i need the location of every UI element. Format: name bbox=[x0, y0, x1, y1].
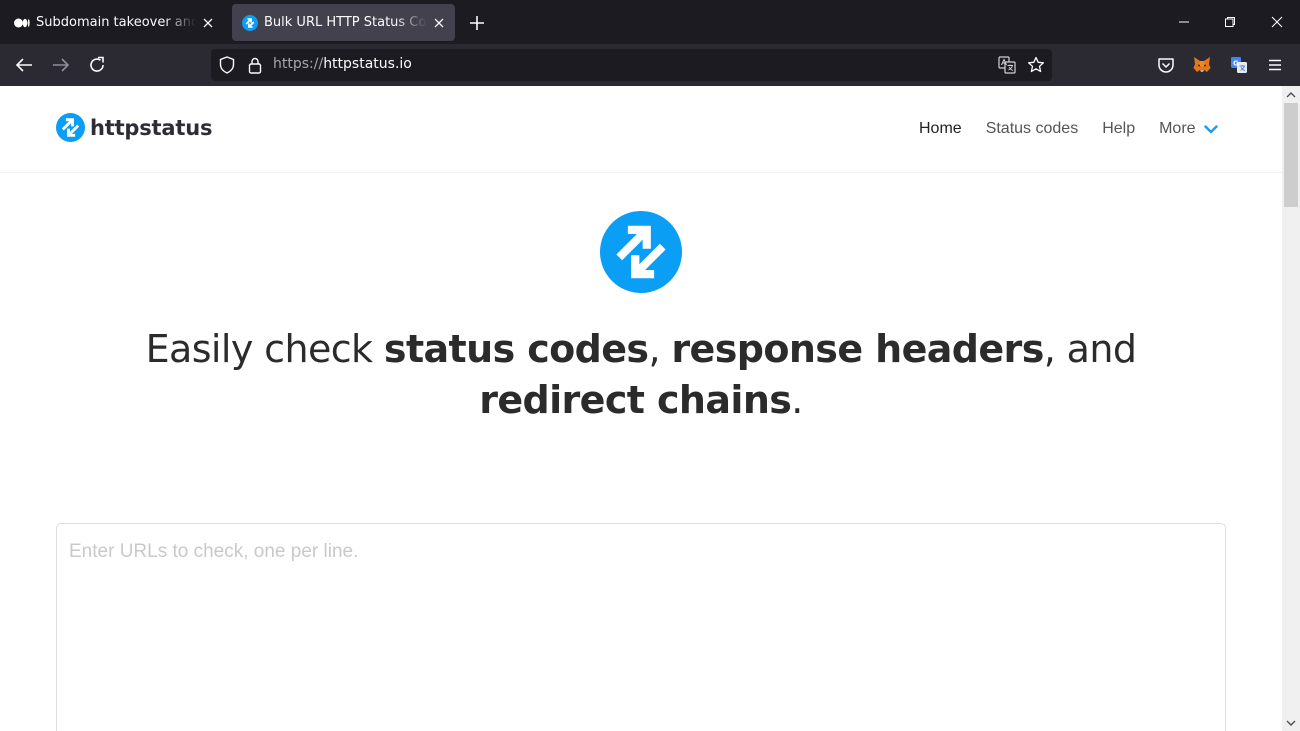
nav-home[interactable]: Home bbox=[919, 120, 962, 138]
nav-status-codes[interactable]: Status codes bbox=[986, 120, 1079, 138]
scrollbar-thumb[interactable] bbox=[1284, 103, 1298, 207]
translate-icon[interactable] bbox=[997, 55, 1017, 75]
forward-arrow-icon[interactable] bbox=[49, 53, 73, 77]
google-translate-extension-icon[interactable]: G bbox=[1229, 55, 1249, 75]
tab-subdomain-takeover[interactable]: Subdomain takeover and Text in bbox=[4, 4, 224, 41]
hero-headline: Easily check status codes, response head… bbox=[145, 327, 1137, 422]
window-close-icon[interactable] bbox=[1267, 12, 1287, 32]
close-icon[interactable] bbox=[431, 15, 447, 31]
nav-help[interactable]: Help bbox=[1102, 120, 1135, 138]
httpstatus-icon bbox=[242, 14, 258, 31]
new-tab-icon[interactable] bbox=[466, 12, 488, 34]
nav-more-label: More bbox=[1159, 120, 1196, 137]
chevron-down-icon bbox=[1203, 124, 1218, 133]
page-scrollbar[interactable] bbox=[1282, 86, 1300, 731]
restore-icon[interactable] bbox=[1220, 12, 1240, 32]
nav-more[interactable]: More bbox=[1159, 120, 1218, 138]
bookmark-star-icon[interactable] bbox=[1026, 55, 1046, 75]
url-text[interactable]: https://httpstatus.io bbox=[273, 56, 412, 72]
shield-icon[interactable] bbox=[217, 55, 237, 75]
close-icon[interactable] bbox=[200, 15, 216, 31]
httpstatus-logo-icon bbox=[56, 113, 85, 142]
brand-name: httpstatus bbox=[90, 115, 213, 140]
address-bar[interactable]: https://httpstatus.io bbox=[211, 49, 1052, 81]
url-list-input[interactable] bbox=[56, 523, 1226, 731]
svg-text:G: G bbox=[1233, 60, 1239, 68]
back-arrow-icon[interactable] bbox=[12, 53, 36, 77]
httpstatus-hero-icon bbox=[600, 211, 682, 293]
lock-icon[interactable] bbox=[245, 55, 265, 75]
site-logo[interactable]: httpstatus bbox=[56, 113, 212, 142]
navigation-toolbar: https://httpstatus.io G bbox=[0, 44, 1300, 86]
medium-icon bbox=[14, 15, 30, 31]
tab-strip: Subdomain takeover and Text in Bulk URL … bbox=[0, 0, 1300, 44]
site-header: httpstatus Home Status codes Help More bbox=[0, 86, 1282, 173]
app-menu-icon[interactable] bbox=[1265, 55, 1285, 75]
page-content: httpstatus Home Status codes Help More E… bbox=[0, 86, 1282, 731]
scroll-up-arrow-icon[interactable] bbox=[1282, 86, 1300, 103]
tab-httpstatus[interactable]: Bulk URL HTTP Status Code, Hea bbox=[232, 4, 455, 41]
main-nav: Home Status codes Help More bbox=[919, 120, 1218, 138]
pocket-icon[interactable] bbox=[1156, 55, 1176, 75]
tab-title: Subdomain takeover and Text in bbox=[36, 15, 196, 30]
reload-icon[interactable] bbox=[85, 53, 109, 77]
scroll-down-arrow-icon[interactable] bbox=[1282, 714, 1300, 731]
tab-title: Bulk URL HTTP Status Code, Hea bbox=[264, 15, 427, 30]
minimize-icon[interactable] bbox=[1174, 12, 1194, 32]
metamask-fox-icon[interactable] bbox=[1192, 55, 1212, 75]
